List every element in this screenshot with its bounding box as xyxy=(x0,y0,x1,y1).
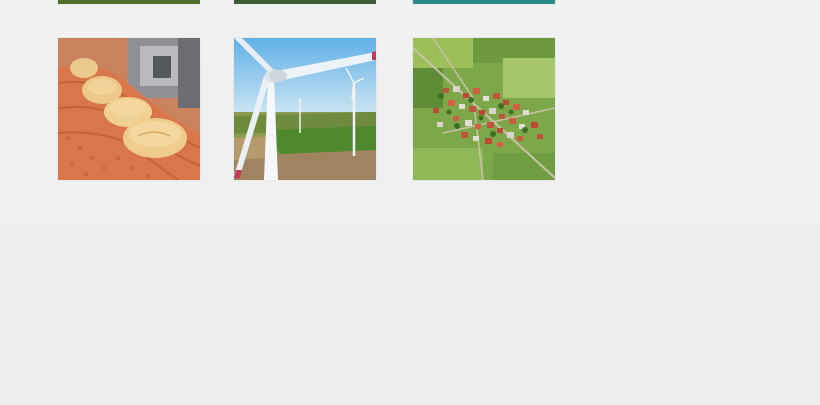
bread-conveyor-image xyxy=(58,38,200,180)
aerial-village-thumbnail[interactable] xyxy=(413,38,555,180)
image-thumbnail[interactable] xyxy=(58,0,200,4)
image-gallery xyxy=(0,0,820,405)
bread-conveyor-thumbnail[interactable] xyxy=(58,38,200,180)
image-thumbnail[interactable] xyxy=(413,0,555,4)
image-thumbnail[interactable] xyxy=(234,0,376,4)
wind-turbine-thumbnail[interactable] xyxy=(234,38,376,180)
wind-turbine-image xyxy=(234,38,376,180)
aerial-village-image xyxy=(413,38,555,180)
